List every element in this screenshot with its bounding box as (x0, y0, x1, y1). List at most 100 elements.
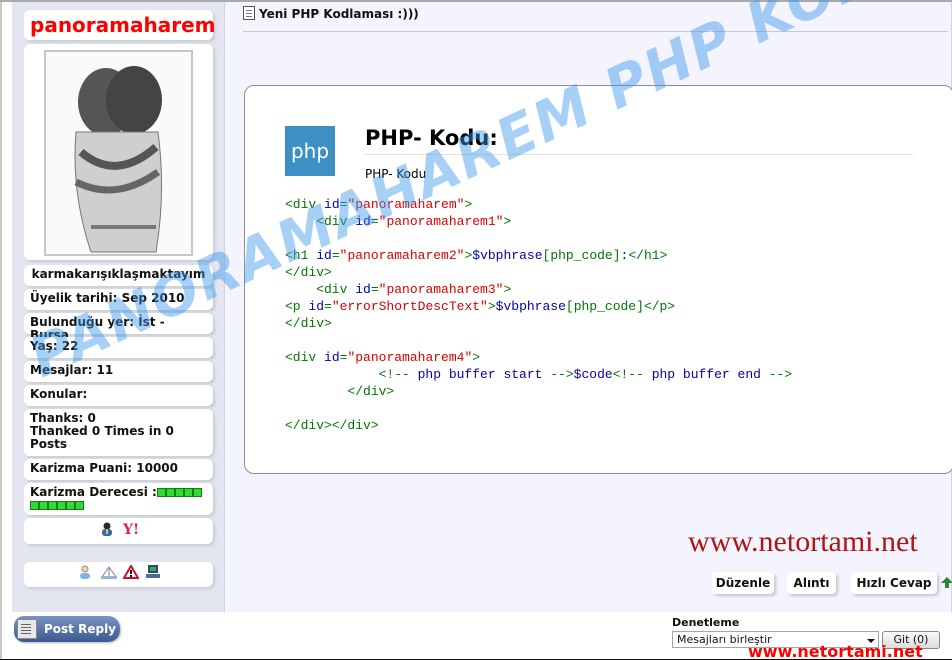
code-token: = (370, 214, 379, 229)
yahoo-icon[interactable]: Y! (122, 522, 139, 538)
karizma-bar (66, 501, 75, 510)
code-token: > (472, 350, 481, 365)
code-token: </div> (285, 316, 332, 331)
code-token: id (324, 197, 340, 212)
code-token: id (355, 282, 371, 297)
code-token: <div (285, 214, 356, 229)
karizma-bar (165, 488, 175, 497)
location: Bulunduğu yer: İst - Bursa (24, 313, 213, 342)
code-token: id (308, 299, 325, 314)
msn-icon[interactable] (100, 522, 114, 536)
footer-site-text: www.netortami.net (748, 642, 923, 660)
code-heading: PHP- Kodu: (365, 126, 498, 150)
username-link[interactable]: panoramaharem (24, 10, 216, 40)
age: Yaş: 22 (24, 337, 213, 358)
topic-count: Konular: (24, 385, 213, 406)
code-line: <div id="panoramaharem1"> (285, 213, 792, 230)
contact-icons: Y! (24, 518, 213, 544)
computer-icon[interactable] (145, 565, 160, 579)
code-token: </h1> (628, 248, 668, 263)
code-line: </div> (285, 315, 792, 332)
code-line: <div id="panoramaharem"> (285, 196, 792, 213)
network-icon[interactable] (100, 565, 118, 579)
karizma-bar (75, 501, 84, 510)
code-line: <p id="errorShortDescText">$vbphrase[php… (285, 298, 792, 315)
post-container: panoramaharem karmakarışıklaşmaktayım Üy… (12, 2, 952, 612)
karizma-bar (57, 501, 66, 510)
post-reply-button[interactable]: Post Reply (14, 616, 120, 642)
code-token: "panoramaharem4" (347, 350, 473, 365)
moderation-label: Denetleme (672, 616, 740, 629)
code-listing: <div id="panoramaharem"> <div id="panora… (285, 196, 792, 434)
code-token: = (331, 248, 340, 263)
code-token: </p> (643, 299, 676, 314)
code-token: <div (285, 282, 356, 297)
karizma-bar (183, 488, 193, 497)
post-content: Yeni PHP Kodlaması :))) php PHP- Kodu: P… (225, 2, 952, 612)
code-token: <!-- (285, 367, 418, 382)
code-token: </div> (285, 265, 332, 280)
user-title: karmakarışıklaşmaktayım (24, 265, 213, 286)
avatar[interactable] (44, 50, 193, 256)
code-line: <!-- php buffer start -->$code<!-- php b… (285, 366, 793, 383)
thanked-count: Thanked 0 Times in 0 Posts (30, 424, 174, 451)
go-top-icon[interactable] (941, 577, 952, 588)
karizma-level: Karizma Derecesi : (24, 483, 213, 515)
quote-button[interactable]: Alıntı (787, 572, 836, 594)
post-reply-label: Post Reply (44, 622, 116, 636)
code-token: </div></div> (285, 418, 379, 433)
profile-icon[interactable] (78, 565, 92, 579)
code-token: = (370, 282, 379, 297)
code-token: "panoramaharem1" (378, 214, 504, 229)
quick-reply-button[interactable]: Hızlı Cevap (851, 572, 937, 594)
svg-text:Y!: Y! (123, 522, 139, 536)
code-token: id (324, 350, 340, 365)
forum-post-page: panoramaharem karmakarışıklaşmaktayım Üy… (0, 0, 952, 660)
karizma-bar (174, 488, 184, 497)
code-token: "panoramaharem" (347, 197, 465, 212)
code-token: $code (573, 367, 613, 382)
code-token: php_code (550, 248, 613, 263)
action-icons (24, 562, 213, 587)
code-token: <p (285, 299, 309, 314)
avatar-sketch-image (46, 52, 191, 254)
title-divider (243, 31, 948, 32)
code-token: --> (542, 367, 574, 382)
report-icon[interactable] (121, 564, 140, 579)
thanks-info: Thanks: 0 Thanked 0 Times in 0 Posts (24, 409, 213, 456)
code-token: ] (612, 248, 621, 263)
karizma-bar (48, 501, 57, 510)
document-icon (243, 6, 255, 20)
code-token: "panoramaharem3" (378, 282, 504, 297)
code-token: = (324, 299, 332, 314)
karizma-bar (30, 501, 39, 510)
code-line: <h1 id="panoramaharem2">$vbphrase[php_co… (285, 247, 792, 264)
post-title: Yeni PHP Kodlaması :))) (259, 7, 419, 21)
php-logo-icon: php (285, 126, 335, 176)
karizma-level-label: Karizma Derecesi : (30, 485, 157, 499)
code-line: </div></div> (285, 417, 792, 434)
edit-button[interactable]: Düzenle (712, 572, 774, 594)
code-token: php buffer start (417, 367, 543, 382)
post-title-bar: Yeni PHP Kodlaması :))) (243, 6, 419, 21)
code-line: </div> (285, 264, 792, 281)
code-line: </div> (285, 383, 792, 400)
code-token: > (503, 282, 512, 297)
code-token: $vbphrase (495, 299, 566, 314)
code-token: "errorShortDescText" (331, 299, 488, 314)
karizma-bar (192, 488, 202, 497)
avatar-card (24, 44, 213, 260)
code-token: id (355, 214, 371, 229)
code-block: php PHP- Kodu: PHP- Kodu <div id="panora… (244, 85, 952, 474)
code-token: <div (285, 197, 325, 212)
code-subheading: PHP- Kodu (365, 167, 427, 181)
code-token: <!-- (612, 367, 652, 382)
user-sidebar: panoramaharem karmakarışıklaşmaktayım Üy… (12, 2, 225, 612)
code-token: php buffer end (651, 367, 761, 382)
code-token: > (503, 214, 512, 229)
code-token: [php_code] (565, 299, 644, 314)
post-count: Mesajlar: 11 (24, 361, 213, 382)
